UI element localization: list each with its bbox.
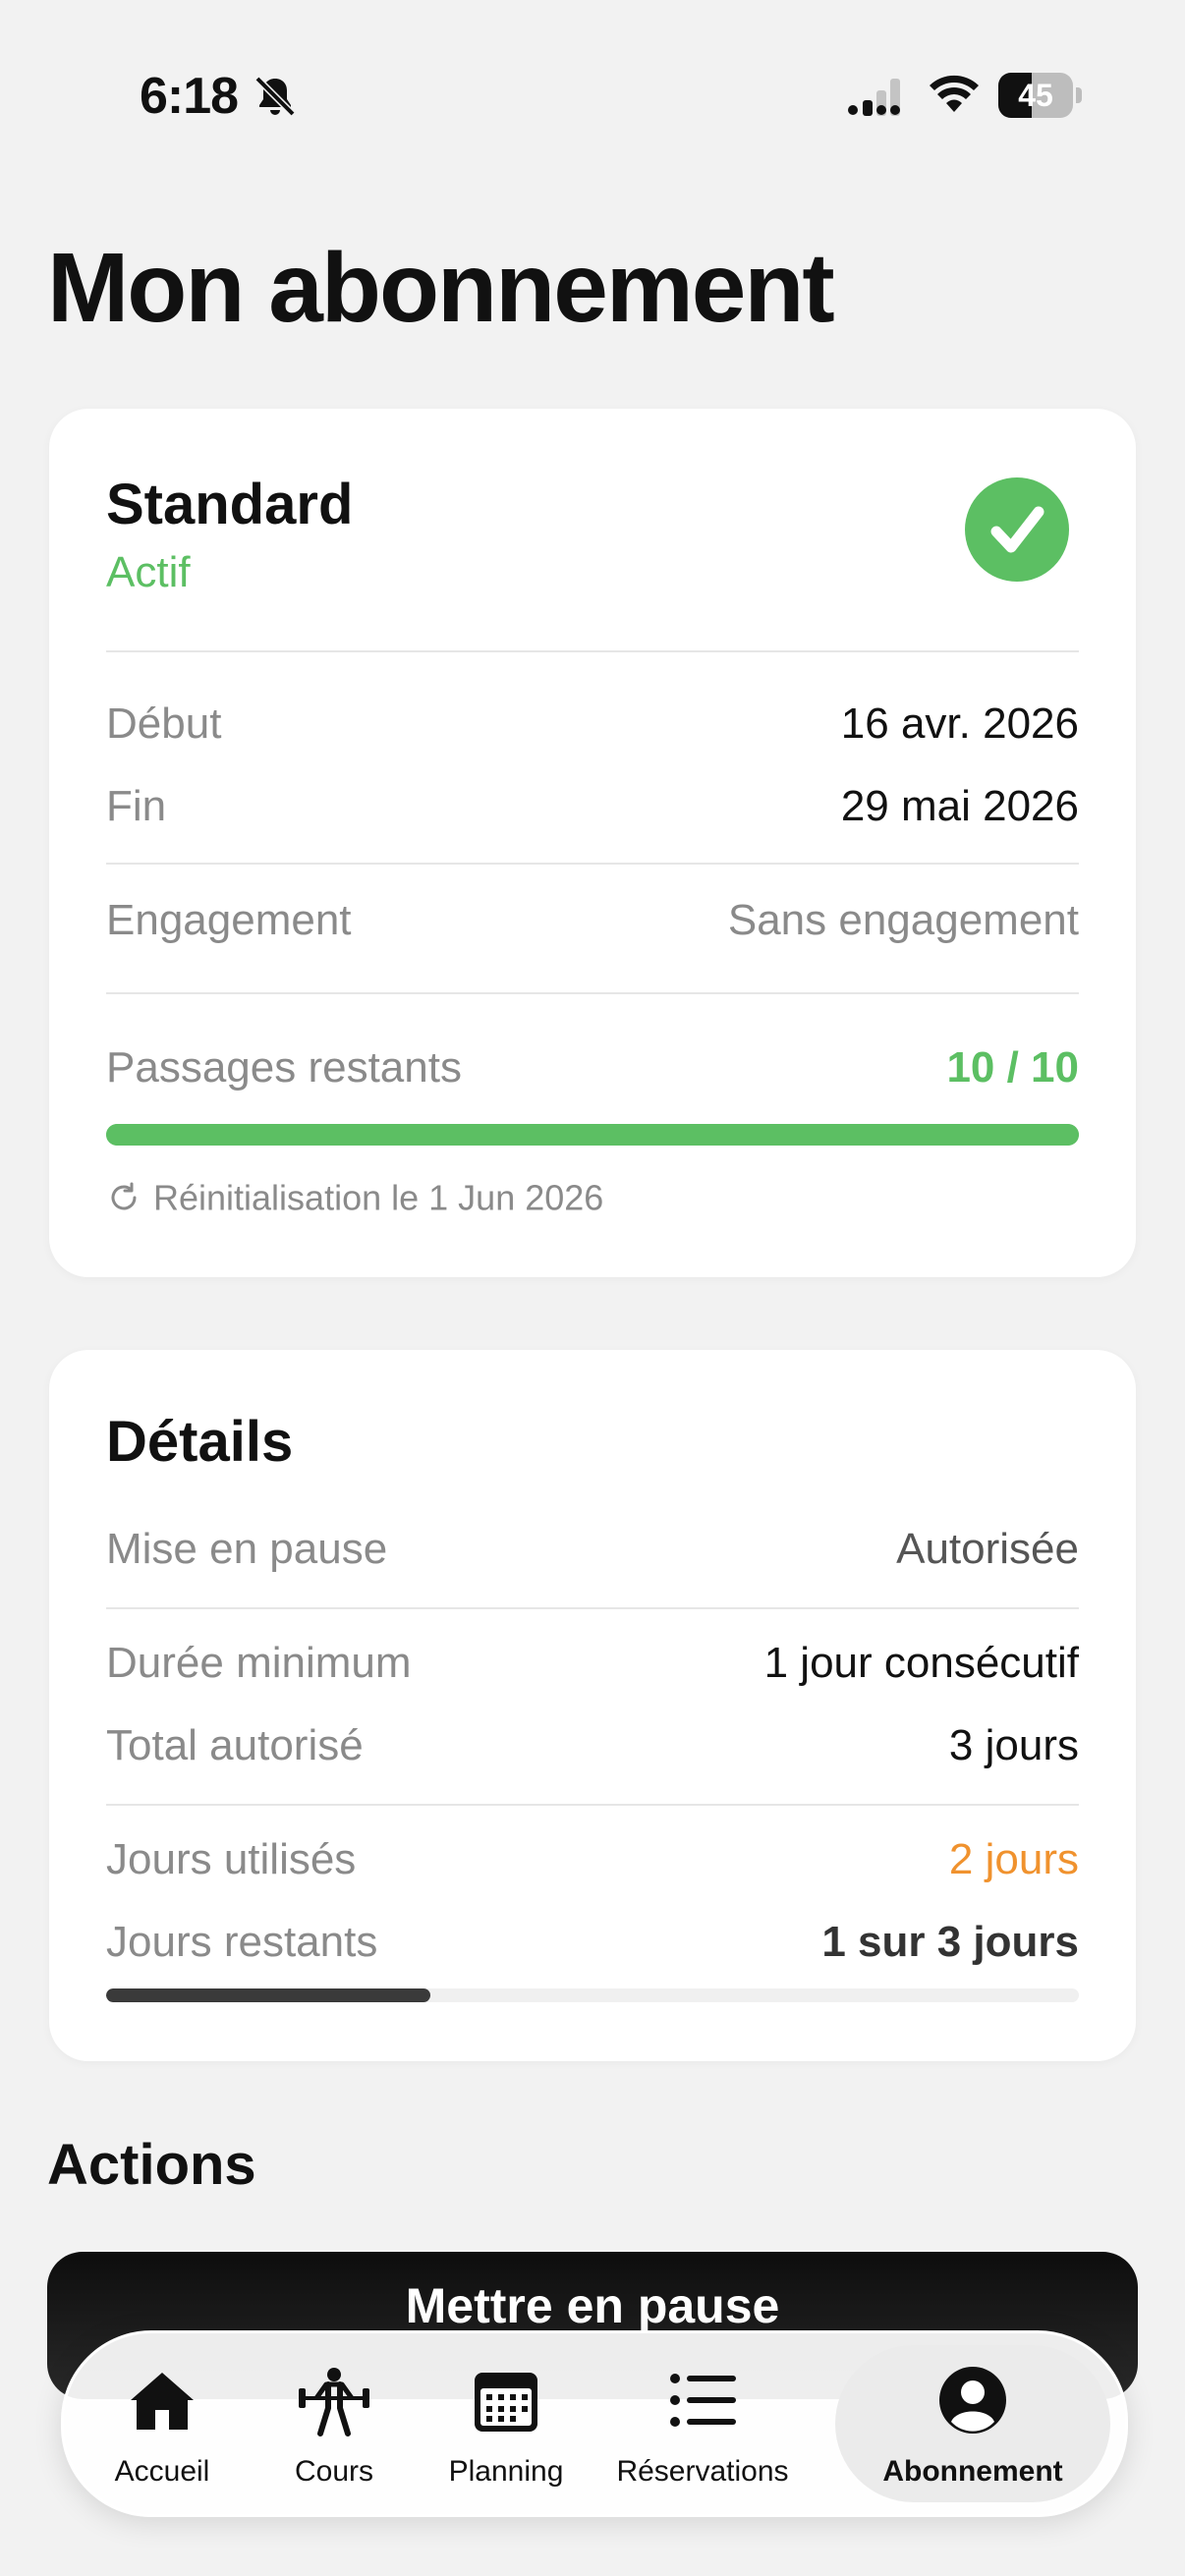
used-days-value: 2 jours (948, 1835, 1079, 1883)
min-duration-label: Durée minimum (106, 1639, 412, 1687)
divider (106, 863, 1079, 865)
end-value: 29 mai 2026 (840, 782, 1079, 830)
commitment-label: Engagement (106, 896, 352, 944)
tab-planning[interactable]: Planning (427, 2333, 585, 2514)
plan-status: Actif (106, 548, 191, 596)
min-duration-value: 1 jour consécutif (763, 1639, 1079, 1687)
home-icon (131, 2373, 194, 2430)
status-bar: 6:18 45 (0, 0, 1185, 196)
pause-value: Autorisée (896, 1525, 1079, 1573)
tab-bar: Accueil Cours Planning Réservations Abon… (61, 2330, 1128, 2517)
tab-reservations[interactable]: Réservations (599, 2333, 806, 2514)
passes-progress-bar (106, 1124, 1079, 1146)
subscription-card: Standard Actif Début 16 avr. 2026 Fin 29… (49, 409, 1136, 1277)
status-time: 6:18 (140, 68, 239, 125)
tab-label: Accueil (114, 2455, 210, 2488)
person-circle-icon (939, 2367, 1006, 2434)
start-label: Début (106, 700, 222, 748)
remaining-days-progress-bar (106, 1988, 1079, 2002)
tab-label: Planning (448, 2455, 564, 2488)
tab-accueil[interactable]: Accueil (84, 2333, 241, 2514)
plan-name: Standard (106, 473, 354, 536)
remaining-days-label: Jours restants (106, 1918, 378, 1966)
tab-label: Abonnement (882, 2455, 1063, 2488)
total-label: Total autorisé (106, 1721, 364, 1769)
cellular-signal-icon (848, 79, 900, 116)
battery-indicator: 45 (998, 73, 1082, 118)
divider (106, 1804, 1079, 1806)
end-label: Fin (106, 782, 167, 830)
calendar-icon (475, 2373, 537, 2432)
tab-abonnement[interactable]: Abonnement (835, 2345, 1110, 2502)
tab-cours[interactable]: Cours (260, 2333, 408, 2514)
details-title: Détails (106, 1410, 294, 1474)
total-value: 3 jours (948, 1721, 1079, 1769)
wifi-icon (930, 75, 979, 112)
passes-label: Passages restants (106, 1043, 462, 1092)
used-days-label: Jours utilisés (106, 1835, 357, 1883)
divider (106, 650, 1079, 652)
checkmark-icon (965, 477, 1069, 582)
refresh-icon (111, 1182, 137, 1210)
tab-label: Réservations (616, 2455, 789, 2488)
actions-title: Actions (47, 2133, 256, 2197)
remaining-days-value: 1 sur 3 jours (821, 1918, 1079, 1966)
list-icon (670, 2374, 736, 2427)
weightlifter-icon (299, 2368, 369, 2436)
page-title: Mon abonnement (47, 233, 835, 343)
pause-label: Mise en pause (106, 1525, 388, 1573)
divider (106, 992, 1079, 994)
tab-label: Cours (294, 2455, 374, 2488)
bell-muted-icon (254, 76, 296, 117)
commitment-value: Sans engagement (727, 896, 1079, 944)
passes-value: 10 / 10 (946, 1043, 1079, 1092)
details-card: Détails Mise en pause Autorisée Durée mi… (49, 1350, 1136, 2061)
start-value: 16 avr. 2026 (840, 700, 1079, 748)
divider (106, 1607, 1079, 1609)
reset-info: Réinitialisation le 1 Jun 2026 (106, 1175, 603, 1218)
